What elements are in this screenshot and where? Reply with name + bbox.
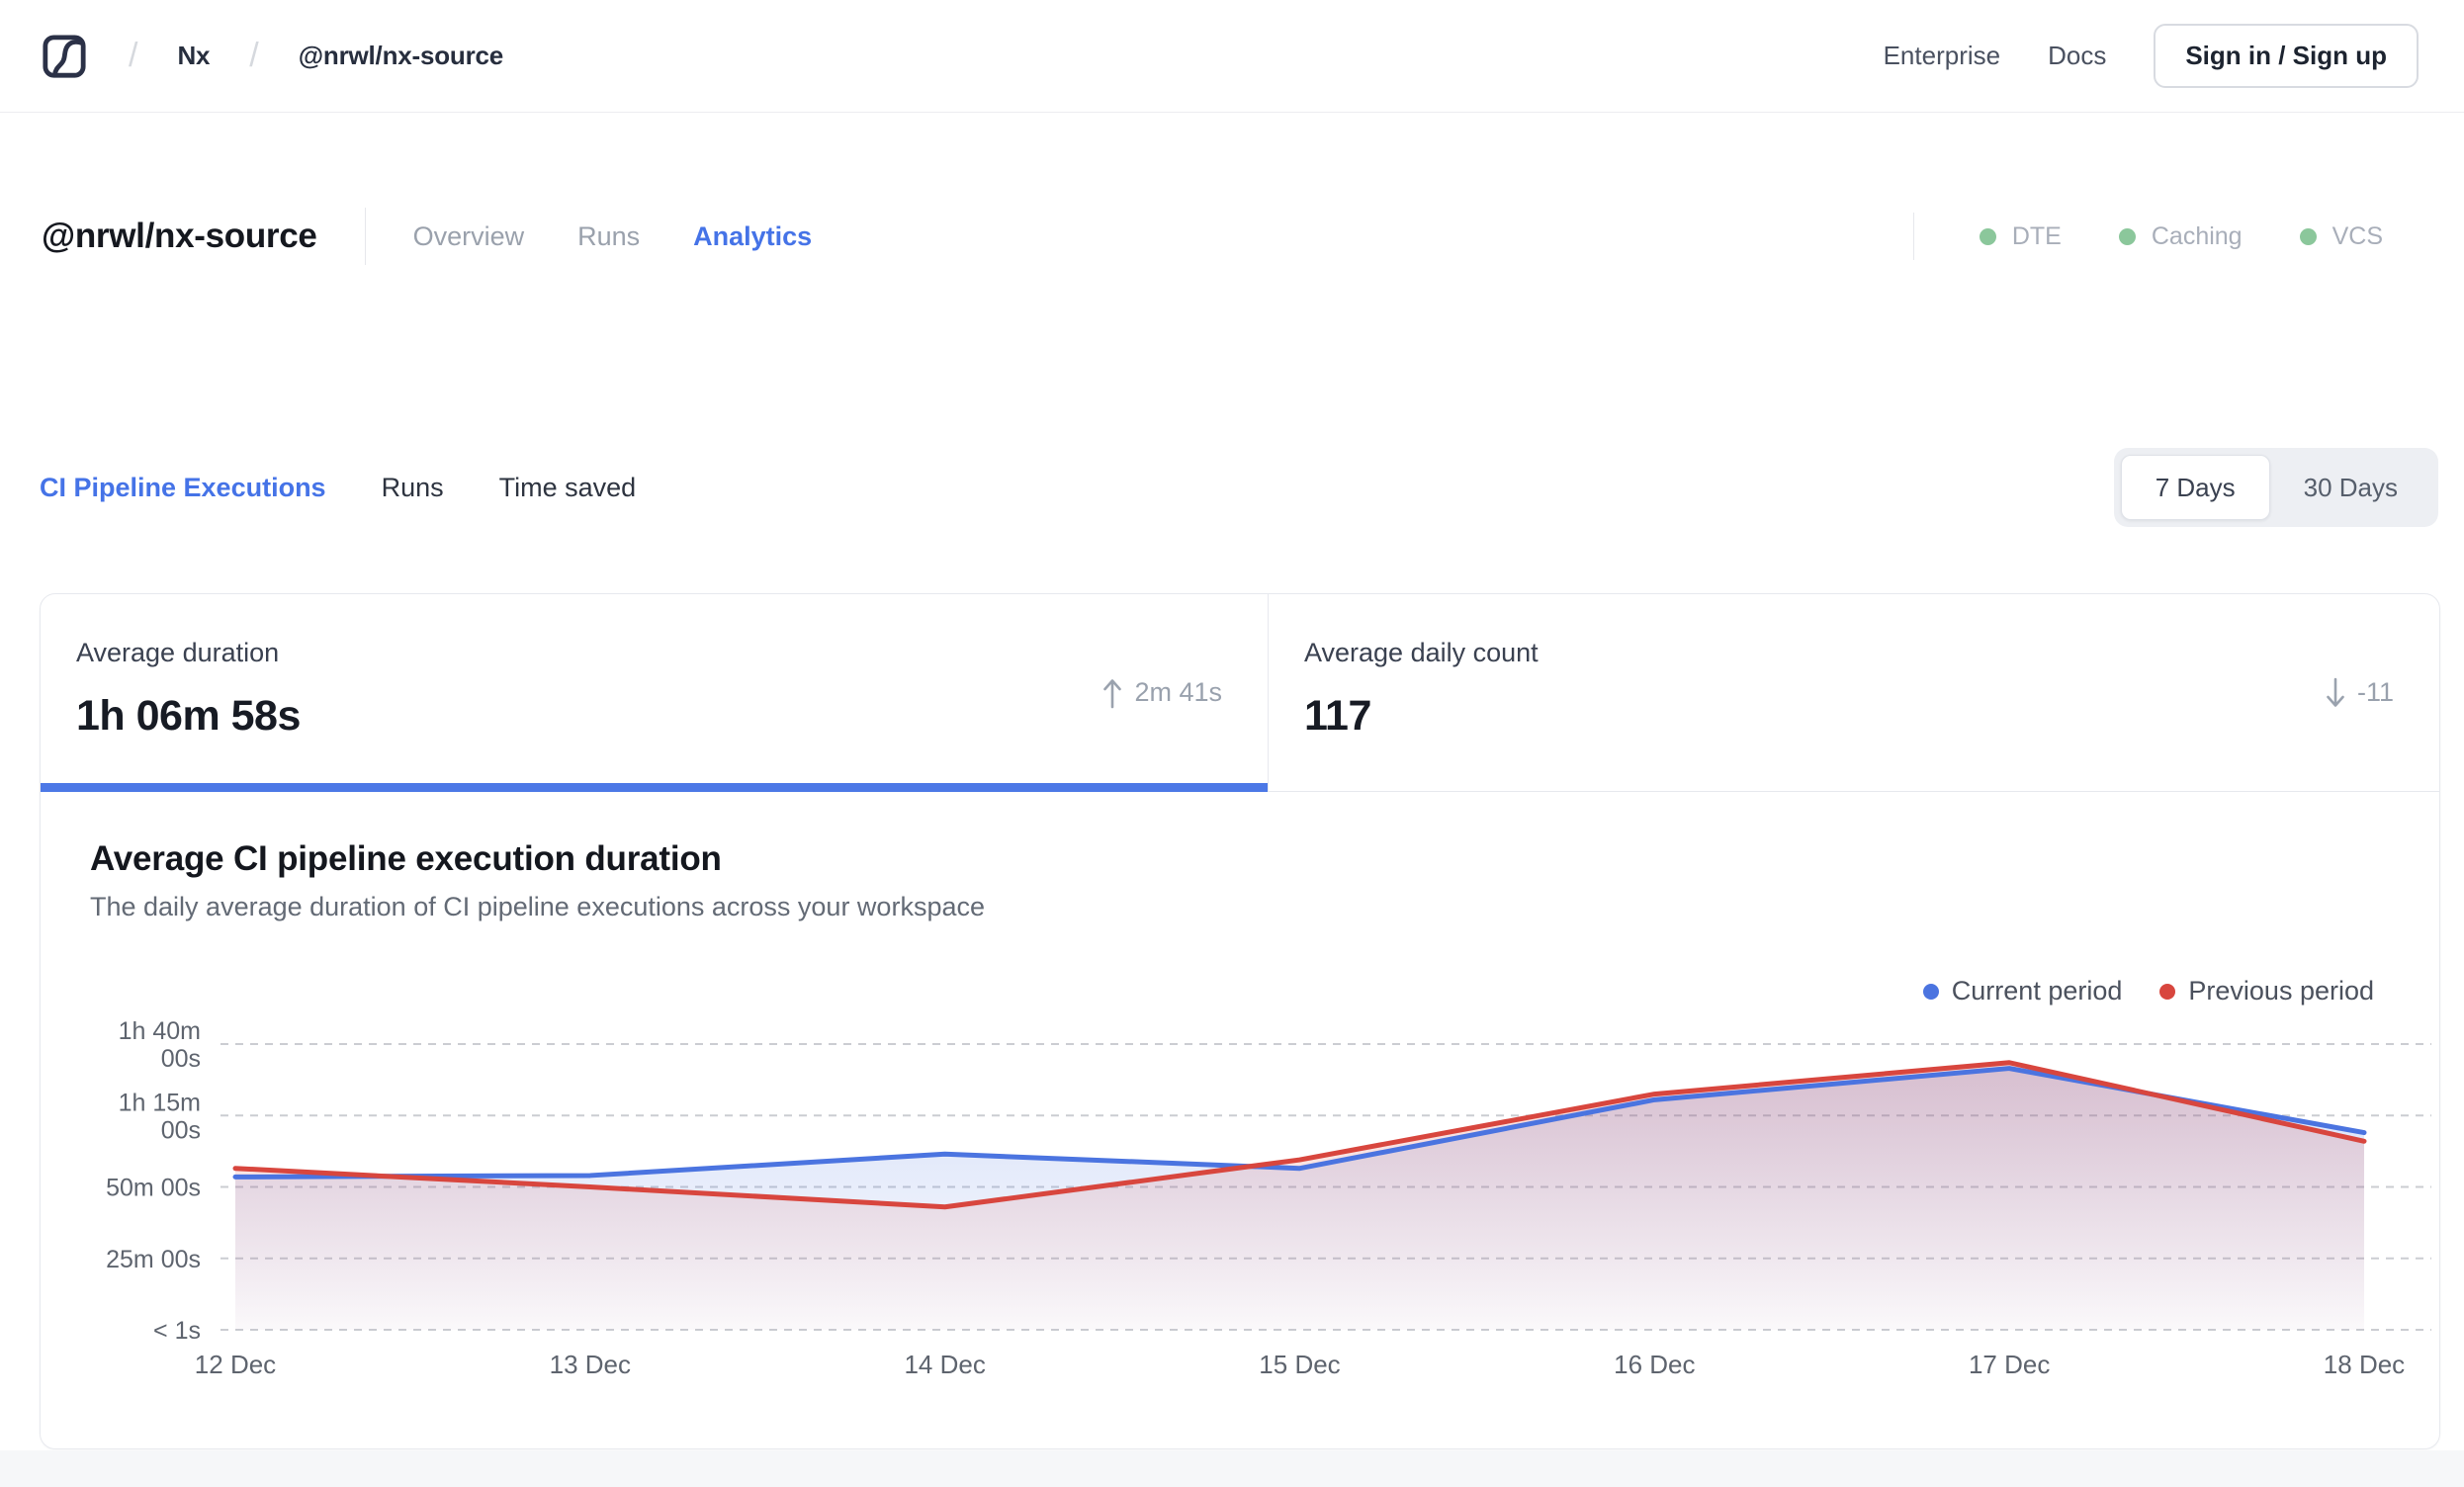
feature-badges: DTE Caching VCS (1979, 221, 2383, 251)
blue-dot-icon (1922, 983, 1939, 1000)
green-status-dot-icon (2118, 227, 2136, 245)
tab-ci-pipeline-executions[interactable]: CI Pipeline Executions (40, 473, 326, 503)
tab-time-saved[interactable]: Time saved (499, 473, 637, 503)
navbar-actions: Enterprise Docs Sign in / Sign up (1884, 24, 2419, 88)
stat-delta-value: 2m 41s (1134, 677, 1222, 707)
analytics-panel: Average duration 1h 06m 58s 2m 41s Avera… (40, 593, 2440, 1449)
sign-in-button[interactable]: Sign in / Sign up (2154, 24, 2419, 88)
workspace-status: DTE Caching VCS (1912, 213, 2434, 260)
stat-card-average-daily-count[interactable]: Average daily count 117 -11 (1269, 594, 2439, 791)
metric-tabs: CI Pipeline Executions Runs Time saved (40, 473, 636, 503)
duration-area-chart[interactable]: 1h 40m00s1h 15m00s50m 00s25m 00s< 1s12 D… (41, 1006, 2439, 1411)
stat-value: 1h 06m 58s (76, 692, 301, 740)
top-navbar: / Nx / @nrwl/nx-source Enterprise Docs S… (0, 0, 2464, 113)
feature-badge-dte: DTE (1979, 221, 2062, 251)
chart-subtitle: The daily average duration of CI pipelin… (90, 892, 985, 921)
nx-cloud-logo[interactable] (42, 34, 87, 79)
stat-delta-value: -11 (2356, 677, 2394, 707)
nx-cloud-logo-icon (43, 34, 86, 78)
enterprise-link[interactable]: Enterprise (1884, 41, 2001, 71)
stat-value: 117 (1304, 692, 1371, 740)
svg-text:14 Dec: 14 Dec (904, 1350, 985, 1379)
svg-text:12 Dec: 12 Dec (195, 1350, 276, 1379)
tab-runs[interactable]: Runs (577, 221, 640, 252)
chart-header: Average CI pipeline execution duration T… (41, 792, 2439, 922)
feature-label: DTE (2011, 221, 2062, 250)
analytics-controls: CI Pipeline Executions Runs Time saved 7… (40, 447, 2438, 528)
stat-label: Average daily count (1304, 638, 1539, 667)
svg-text:1h 40m: 1h 40m (119, 1017, 201, 1045)
breadcrumb: / Nx / @nrwl/nx-source (129, 37, 503, 75)
series-areas (235, 1062, 2364, 1330)
page-background-strip (0, 1450, 2464, 1487)
vertical-divider (364, 208, 366, 265)
nx-cloud-analytics-page: { "navbar": { "breadcrumb": { "separator… (0, 0, 2464, 1487)
svg-text:50m 00s: 50m 00s (106, 1175, 201, 1202)
stat-delta: -11 (2324, 675, 2394, 711)
area-previous-period (235, 1062, 2364, 1330)
legend-label: Previous period (2188, 976, 2374, 1006)
green-status-dot-icon (2299, 227, 2317, 245)
legend-item-current-period: Current period (1922, 976, 2123, 1006)
range-option-7-days[interactable]: 7 Days (2120, 455, 2270, 520)
svg-text:25m 00s: 25m 00s (106, 1246, 201, 1273)
breadcrumb-org-link[interactable]: Nx (177, 41, 210, 71)
range-option-30-days[interactable]: 30 Days (2270, 455, 2431, 520)
svg-text:15 Dec: 15 Dec (1259, 1350, 1340, 1379)
date-range-toggle: 7 Days 30 Days (2113, 448, 2438, 527)
stat-delta: 2m 41s (1100, 675, 1222, 711)
workspace-tabs: Overview Runs Analytics (413, 221, 813, 252)
svg-text:18 Dec: 18 Dec (2324, 1350, 2405, 1379)
tab-overview[interactable]: Overview (413, 221, 525, 252)
svg-text:< 1s: < 1s (153, 1317, 201, 1345)
legend-label: Current period (1951, 976, 2123, 1006)
feature-badge-vcs: VCS (2299, 221, 2383, 251)
tab-metric-runs[interactable]: Runs (382, 473, 444, 503)
page-title: @nrwl/nx-source (42, 217, 317, 255)
stat-card-average-duration[interactable]: Average duration 1h 06m 58s 2m 41s (41, 594, 1269, 792)
svg-text:13 Dec: 13 Dec (550, 1350, 631, 1379)
breadcrumb-separator: / (129, 37, 138, 74)
breadcrumb-separator: / (249, 37, 259, 74)
svg-text:00s: 00s (161, 1116, 201, 1144)
stat-cards-row: Average duration 1h 06m 58s 2m 41s Avera… (41, 594, 2439, 792)
green-status-dot-icon (1979, 227, 1996, 245)
svg-text:16 Dec: 16 Dec (1614, 1350, 1695, 1379)
arrow-down-icon (2327, 677, 2344, 707)
svg-text:1h 15m: 1h 15m (119, 1089, 201, 1116)
breadcrumb-repo-link[interactable]: @nrwl/nx-source (299, 41, 503, 71)
tab-analytics[interactable]: Analytics (693, 221, 812, 252)
stat-label: Average duration (76, 638, 280, 667)
y-axis-labels: 1h 40m00s1h 15m00s50m 00s25m 00s< 1s (106, 1017, 201, 1345)
chart-legend: Current period Previous period (1922, 976, 2374, 1006)
arrow-up-icon (1103, 678, 1122, 708)
svg-text:00s: 00s (161, 1045, 201, 1073)
svg-text:17 Dec: 17 Dec (1969, 1350, 2050, 1379)
feature-label: Caching (2151, 221, 2243, 250)
red-dot-icon (2159, 983, 2176, 1000)
legend-item-previous-period: Previous period (2159, 976, 2374, 1006)
x-axis-labels: 12 Dec 13 Dec 14 Dec 15 Dec 16 Dec 17 Dec 18 D… (195, 1350, 2405, 1379)
vertical-divider (1912, 213, 1914, 260)
feature-badge-caching: Caching (2118, 221, 2243, 251)
docs-link[interactable]: Docs (2048, 41, 2106, 71)
feature-label: VCS (2332, 221, 2383, 250)
workspace-header: @nrwl/nx-source Overview Runs Analytics … (42, 204, 2434, 269)
chart-title: Average CI pipeline execution duration (90, 839, 722, 878)
